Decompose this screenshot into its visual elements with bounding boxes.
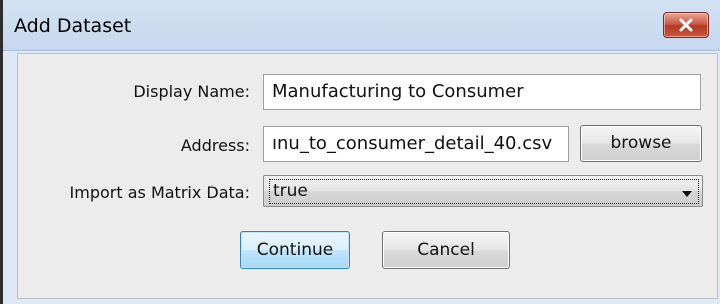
import-as-matrix-select[interactable]: true xyxy=(263,175,703,207)
cancel-button[interactable]: Cancel xyxy=(382,231,510,269)
close-button[interactable] xyxy=(663,12,709,38)
title-bar[interactable]: Add Dataset xyxy=(3,0,720,51)
dialog-body: Display Name: Manufacturing to Consumer … xyxy=(17,53,718,299)
continue-button[interactable]: Continue xyxy=(240,231,350,269)
display-name-input[interactable]: Manufacturing to Consumer xyxy=(263,74,701,110)
import-as-matrix-value: true xyxy=(269,179,699,204)
import-as-matrix-label: Import as Matrix Data: xyxy=(69,183,250,202)
browse-button[interactable]: browse xyxy=(580,125,702,162)
dialog-title: Add Dataset xyxy=(14,15,132,37)
address-label: Address: xyxy=(180,136,250,155)
chevron-down-icon[interactable] xyxy=(682,191,692,197)
display-name-label: Display Name: xyxy=(133,82,250,101)
add-dataset-dialog: Add Dataset Display Name: Manufacturing … xyxy=(0,0,720,304)
address-input[interactable]: ınu_to_consumer_detail_40.csv xyxy=(263,126,569,162)
close-icon xyxy=(679,18,693,32)
